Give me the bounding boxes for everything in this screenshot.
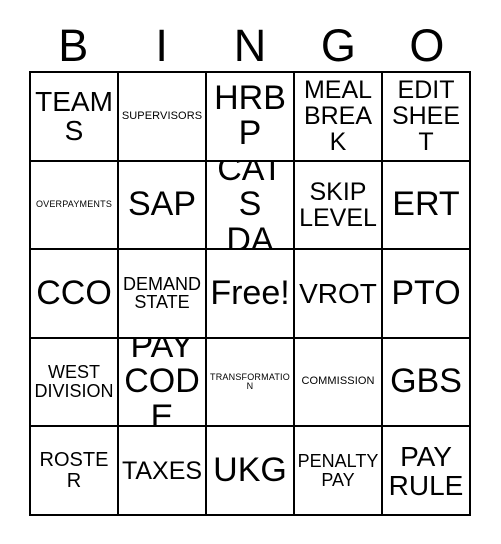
header-letter-i: I <box>155 20 168 71</box>
bingo-cell-label: PAY CODE <box>124 338 200 428</box>
bingo-cell[interactable]: TAXES <box>119 427 207 516</box>
bingo-cell[interactable]: CATS DA <box>207 161 295 251</box>
bingo-cell[interactable]: SUPERVISORS <box>119 73 207 162</box>
bingo-cell-label: EDIT SHEET <box>391 76 461 157</box>
bingo-cell-label: UKG <box>213 451 287 489</box>
bingo-cell[interactable]: OVERPAYMENTS <box>31 161 119 251</box>
bingo-cell[interactable]: HRBP <box>207 73 295 162</box>
header-letter-b: B <box>58 20 89 71</box>
header-letter-o: O <box>409 20 445 71</box>
bingo-cell-label: PENALTY PAY <box>297 450 379 490</box>
bingo-cell-label: SAP <box>127 185 197 224</box>
bingo-cell[interactable]: COMMISSION <box>295 338 383 428</box>
bingo-cell[interactable]: PENALTY PAY <box>295 427 383 516</box>
bingo-cell[interactable]: ERT <box>383 161 471 251</box>
bingo-cell[interactable]: TRANSFORMATION <box>207 338 295 428</box>
bingo-cell[interactable]: DEMAND STATE <box>119 250 207 339</box>
bingo-cell-label: VROT <box>299 277 377 309</box>
bingo-cell[interactable]: CCO <box>31 250 119 339</box>
bingo-cell-label: OVERPAYMENTS <box>35 199 113 210</box>
bingo-cell-label: SUPERVISORS <box>121 109 203 122</box>
bingo-cell-label: MEAL BREAK <box>303 76 373 157</box>
bingo-cell-label: CCO <box>36 273 112 312</box>
bingo-cell-label: ROSTER <box>39 448 109 492</box>
bingo-cell[interactable]: GBS <box>383 338 471 428</box>
bingo-cell-label: WEST DIVISION <box>34 362 114 402</box>
bingo-cell-label: TEAMS <box>35 86 113 147</box>
bingo-cell[interactable]: UKG <box>207 427 295 516</box>
bingo-cell[interactable]: WEST DIVISION <box>31 338 119 428</box>
bingo-cell-label: GBS <box>390 362 462 401</box>
bingo-card: B I N G O TEAMS SUPERVISORS HRBP MEAL BREAK… <box>0 0 501 544</box>
bingo-cell-label: SKIP LEVEL <box>299 177 377 232</box>
bingo-cell[interactable]: TEAMS <box>31 73 119 162</box>
bingo-cell[interactable]: EDIT SHEET <box>383 73 471 162</box>
bingo-cell-free[interactable]: Free! <box>207 250 295 339</box>
bingo-cell[interactable]: VROT <box>295 250 383 339</box>
header-letter-n: N <box>233 20 267 71</box>
bingo-cell-label: DEMAND STATE <box>122 273 201 313</box>
bingo-cell-label: ERT <box>392 185 460 224</box>
bingo-cell-label: CATS DA <box>217 161 283 251</box>
header-letter-g: G <box>320 20 356 71</box>
bingo-cell[interactable]: ROSTER <box>31 427 119 516</box>
bingo-cell[interactable]: MEAL BREAK <box>295 73 383 162</box>
bingo-cell-label: Free! <box>210 273 290 312</box>
bingo-cell-label: PAY RULE <box>388 440 464 501</box>
bingo-cell[interactable]: PTO <box>383 250 471 339</box>
bingo-cell[interactable]: SKIP LEVEL <box>295 161 383 251</box>
bingo-header-row: B I N G O <box>29 18 471 68</box>
bingo-cell[interactable]: SAP <box>119 161 207 251</box>
bingo-cell[interactable]: PAY RULE <box>383 427 471 516</box>
bingo-cell-label: COMMISSION <box>301 375 375 388</box>
bingo-cell-label: HRBP <box>214 78 286 153</box>
bingo-grid: TEAMS SUPERVISORS HRBP MEAL BREAK EDIT SHEET… <box>29 71 471 516</box>
bingo-cell-label: PTO <box>391 273 461 312</box>
bingo-cell[interactable]: PAY CODE <box>119 338 207 428</box>
bingo-cell-label: TAXES <box>121 456 203 485</box>
bingo-cell-label: TRANSFORMATION <box>210 371 290 392</box>
